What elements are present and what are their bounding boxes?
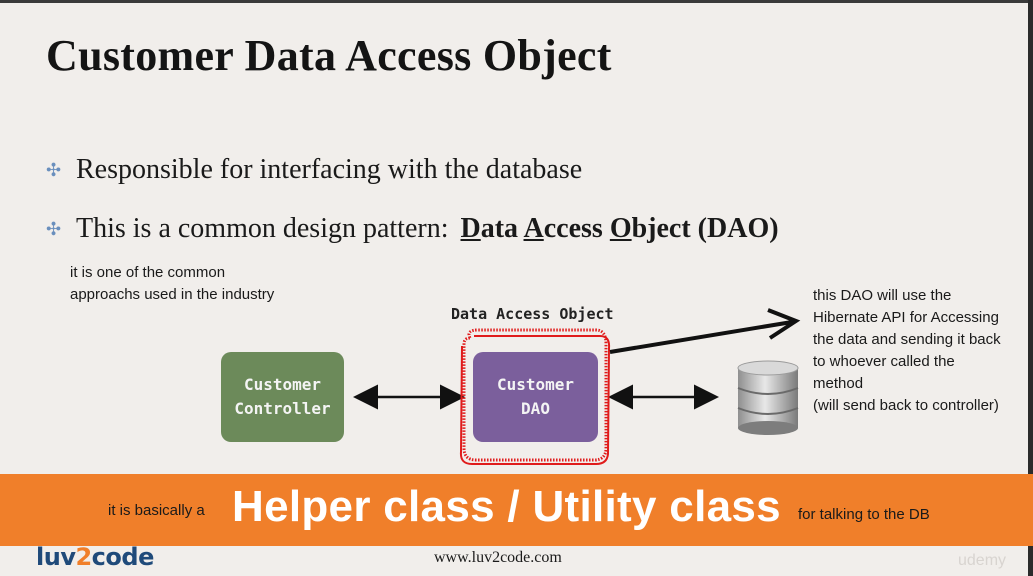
- logo-part-2: 2: [75, 543, 92, 571]
- bullet-2: ✣ This is a common design pattern: Data A…: [46, 213, 779, 245]
- database-icon: [737, 360, 799, 435]
- right-annotation-line-1: this DAO will use the: [813, 287, 952, 304]
- slide-title: Customer Data Access Object: [46, 31, 612, 80]
- logo-part-luv: luv: [36, 543, 76, 571]
- bullet-2-prefix: This is a common design pattern:: [76, 213, 449, 244]
- bullet-2-text: This is a common design pattern: Data Acc…: [76, 213, 779, 245]
- banner-left-text: it is basically a: [108, 502, 205, 519]
- dao-term: Data Access Object (DAO): [461, 213, 779, 244]
- left-annotation: it is one of the common approachs used i…: [70, 262, 330, 306]
- right-annotation-line-6: (will send back to controller): [813, 397, 999, 414]
- customer-dao-box: Customer DAO: [473, 352, 598, 442]
- top-edge: [0, 0, 1033, 3]
- dao-caption: Data Access Object: [451, 305, 614, 323]
- banner-right-text: for talking to the DB: [798, 506, 930, 523]
- bullet-cross-icon: ✣: [46, 218, 62, 239]
- controller-box-line-1: Customer: [243, 375, 322, 394]
- bullet-cross-icon: ✣: [46, 159, 62, 180]
- dao-box-line-1: Customer: [496, 375, 575, 394]
- dao-word-bject: bject (DAO): [631, 213, 779, 244]
- footer-url: www.luv2code.com: [434, 549, 562, 566]
- dao-word-ata: ata: [480, 213, 524, 244]
- left-annotation-line-1: it is one of the common: [70, 264, 226, 281]
- bullet-1-text: Responsible for interfacing with the dat…: [76, 154, 583, 185]
- customer-controller-box: Customer Controller: [221, 352, 344, 442]
- dao-word-ccess: ccess: [543, 213, 610, 244]
- logo-part-code: code: [91, 543, 155, 571]
- orange-banner: it is basically a Helper class / Utility…: [0, 474, 1033, 546]
- right-annotation-line-5: method: [813, 375, 864, 392]
- right-annotation-line-2: Hibernate API for Accessing: [813, 309, 999, 326]
- right-annotation-line-3: the data and sending it back: [813, 331, 1001, 348]
- luv2code-logo: luv2code: [36, 543, 154, 571]
- annotation-arrow-head: [767, 308, 801, 340]
- dao-box-line-2: DAO: [521, 399, 550, 418]
- right-annotation-line-4: to whoever called the: [813, 353, 955, 370]
- udemy-watermark: udemy: [958, 552, 1007, 569]
- bullet-1: ✣ Responsible for interfacing with the d…: [46, 154, 582, 186]
- right-annotation: this DAO will use the Hibernate API for …: [813, 285, 1028, 417]
- annotation-arrow: [609, 320, 793, 354]
- banner-headline: Helper class / Utility class: [232, 482, 781, 531]
- dao-letter-d: D: [460, 213, 481, 244]
- controller-box-line-2: Controller: [234, 399, 331, 418]
- left-annotation-line-2: approachs used in the industry: [70, 286, 275, 303]
- dao-letter-a: A: [523, 213, 544, 244]
- dao-letter-o: O: [609, 213, 632, 244]
